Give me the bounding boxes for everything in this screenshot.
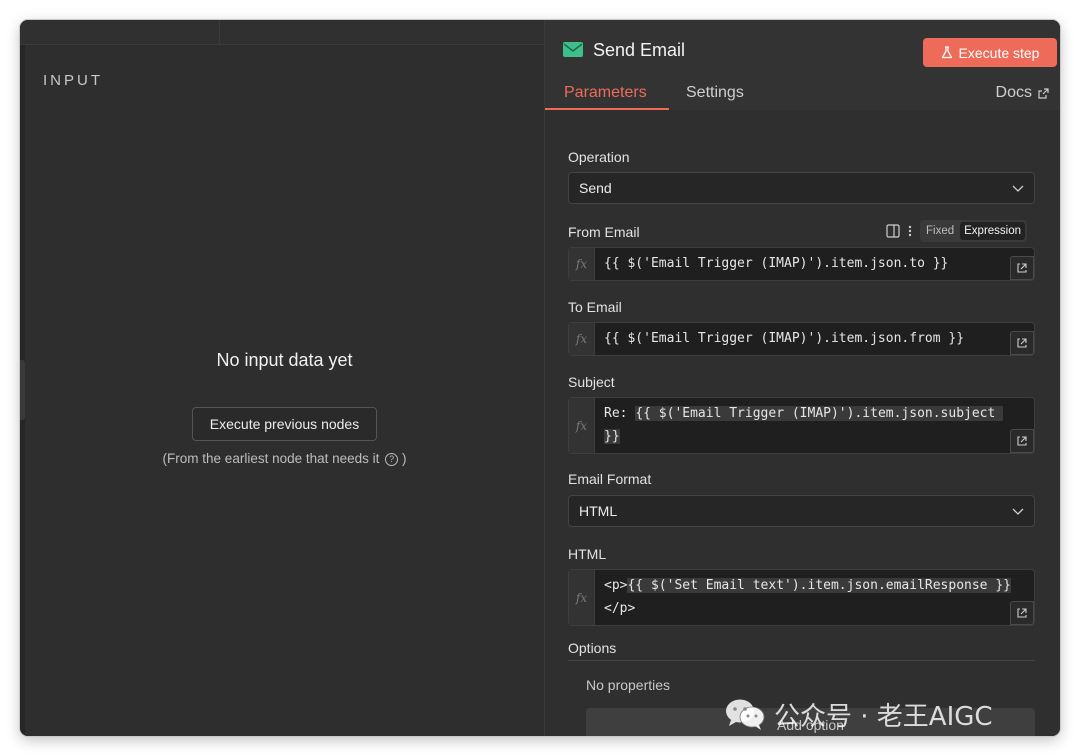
from-email-expression-field[interactable]: fx {{ $('Email Trigger (IMAP)').item.jso… bbox=[568, 247, 1035, 281]
open-editor-icon bbox=[1017, 338, 1027, 348]
execute-step-button[interactable]: Execute step bbox=[923, 38, 1057, 67]
options-divider bbox=[568, 660, 1035, 661]
execute-step-label: Execute step bbox=[958, 44, 1040, 61]
subject-expression: Re: {{ $('Email Trigger (IMAP)').item.js… bbox=[604, 402, 1014, 448]
fx-icon: fx bbox=[569, 570, 595, 625]
operation-label: Operation bbox=[568, 149, 630, 165]
html-expression-value: {{ $('Set Email text').item.json.emailRe… bbox=[627, 578, 1011, 593]
to-email-label: To Email bbox=[568, 299, 622, 315]
subject-prefix: Re: bbox=[604, 406, 636, 421]
operation-select[interactable]: Send bbox=[568, 172, 1035, 204]
fx-icon: fx bbox=[569, 398, 595, 453]
from-email-controls: Fixed Expression bbox=[886, 220, 1028, 242]
email-format-label: Email Format bbox=[568, 471, 652, 487]
execute-previous-nodes-button[interactable]: Execute previous nodes bbox=[192, 407, 377, 441]
app-window: INPUT No input data yet Execute previous… bbox=[20, 20, 1060, 736]
watermark-text: 公众号 · 老王AIGC bbox=[774, 701, 993, 732]
parameters-body: Operation Send From Email Fixed Expressi… bbox=[545, 110, 1060, 736]
input-body: INPUT No input data yet Execute previous… bbox=[25, 45, 544, 736]
input-title: INPUT bbox=[43, 72, 103, 89]
node-title: Send Email bbox=[593, 40, 686, 60]
help-icon[interactable]: ? bbox=[385, 453, 399, 466]
expand-expression-button[interactable] bbox=[1010, 429, 1034, 453]
expand-expression-button[interactable] bbox=[1010, 331, 1034, 355]
panel-drag-handle[interactable] bbox=[20, 360, 25, 420]
email-format-value: HTML bbox=[579, 503, 618, 519]
strip-segment bbox=[20, 20, 220, 45]
fx-icon: fx bbox=[569, 323, 595, 355]
email-format-select[interactable]: HTML bbox=[568, 495, 1035, 527]
html-open-tag: <p> bbox=[604, 578, 628, 593]
from-email-label: From Email bbox=[568, 224, 640, 240]
fx-icon: fx bbox=[569, 248, 595, 280]
input-panel: INPUT No input data yet Execute previous… bbox=[20, 20, 544, 736]
expand-expression-button[interactable] bbox=[1010, 601, 1034, 625]
flask-icon bbox=[941, 46, 952, 59]
external-link-icon bbox=[1038, 87, 1049, 99]
operation-value: Send bbox=[579, 180, 612, 196]
to-email-expression: {{ $('Email Trigger (IMAP)').item.json.f… bbox=[604, 331, 965, 346]
hint-suffix: ) bbox=[401, 451, 407, 466]
mode-expression-option[interactable]: Expression bbox=[960, 222, 1026, 240]
html-expression: <p>{{ $('Set Email text').item.json.emai… bbox=[604, 574, 1014, 620]
panel-icon[interactable] bbox=[886, 224, 900, 238]
open-editor-icon bbox=[1017, 263, 1027, 273]
empty-state-title: No input data yet bbox=[216, 350, 353, 370]
html-label: HTML bbox=[568, 546, 607, 562]
email-icon bbox=[563, 42, 583, 57]
chevron-down-icon bbox=[1012, 185, 1024, 192]
wechat-icon bbox=[726, 699, 765, 730]
html-expression-field[interactable]: fx <p>{{ $('Set Email text').item.json.e… bbox=[568, 569, 1035, 626]
watermark: 公众号 · 老王AIGC bbox=[724, 694, 993, 734]
docs-link[interactable]: Docs bbox=[996, 84, 1049, 102]
node-header: Send Email Execute step Parameters Setti… bbox=[545, 20, 1060, 110]
strip-segment bbox=[220, 20, 544, 45]
subject-expression-value: {{ $('Email Trigger (IMAP)').item.json.s… bbox=[604, 406, 1004, 444]
tab-settings[interactable]: Settings bbox=[686, 84, 744, 102]
node-parameters-panel: Send Email Execute step Parameters Setti… bbox=[544, 20, 1060, 736]
subject-label: Subject bbox=[568, 374, 615, 390]
chevron-down-icon bbox=[1012, 508, 1024, 515]
open-editor-icon bbox=[1017, 608, 1027, 618]
tab-parameters[interactable]: Parameters bbox=[564, 84, 647, 102]
more-options-icon[interactable] bbox=[908, 225, 912, 237]
mode-fixed-option[interactable]: Fixed bbox=[922, 222, 958, 240]
options-label: Options bbox=[568, 640, 617, 656]
subject-expression-field[interactable]: fx Re: {{ $('Email Trigger (IMAP)').item… bbox=[568, 397, 1035, 454]
expand-expression-button[interactable] bbox=[1010, 256, 1034, 280]
fixed-expression-toggle: Fixed Expression bbox=[920, 220, 1028, 242]
no-properties-text: No properties bbox=[586, 677, 671, 693]
to-email-expression-field[interactable]: fx {{ $('Email Trigger (IMAP)').item.jso… bbox=[568, 322, 1035, 356]
html-close-tag: </p> bbox=[604, 601, 636, 616]
empty-state-hint: (From the earliest node that needs it ? … bbox=[25, 451, 544, 466]
hint-text: (From the earliest node that needs it bbox=[162, 451, 380, 466]
docs-label: Docs bbox=[995, 84, 1032, 101]
canvas-strip bbox=[20, 20, 544, 45]
node-tabs: Parameters Settings Docs bbox=[545, 80, 1060, 110]
open-editor-icon bbox=[1017, 436, 1027, 446]
from-email-expression: {{ $('Email Trigger (IMAP)').item.json.t… bbox=[604, 256, 949, 271]
